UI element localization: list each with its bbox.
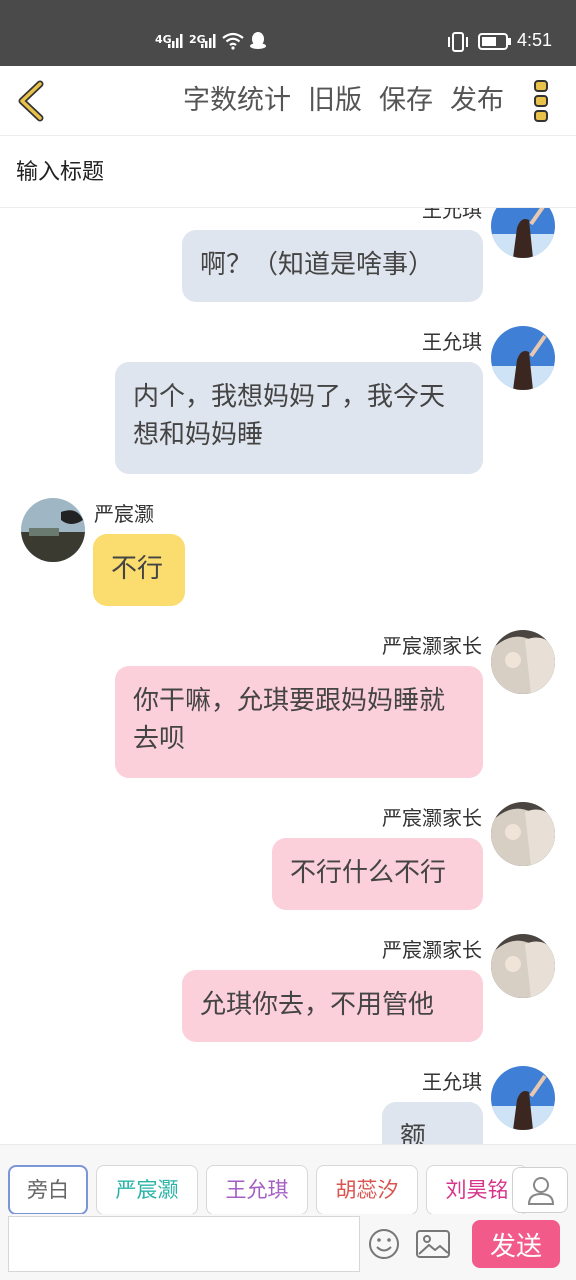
image-icon[interactable] [416, 1230, 450, 1258]
sender-name: 王允琪 [422, 208, 482, 222]
wifi-icon [222, 32, 244, 50]
save-button[interactable]: 保存 [379, 80, 433, 122]
battery-icon [478, 33, 511, 50]
old-version-button[interactable]: 旧版 [308, 80, 362, 122]
avatar-yan-chenhao-parent[interactable] [491, 934, 555, 998]
sender-name: 严宸灏 [94, 502, 154, 526]
status-bar: 4G 2G 4:51 [0, 0, 576, 66]
chat-area[interactable]: 王允琪 啊？（知道是啥事） 王允琪 内个，我想妈妈了，我今天想和妈妈睡 严宸灏 … [0, 208, 576, 1144]
avatar-wang-yunqi[interactable] [491, 208, 555, 258]
chat-message: 严宸灏家长 不行什么不行 [0, 802, 576, 912]
user-icon [527, 1177, 555, 1205]
signal-icon-2 [201, 34, 216, 48]
emoji-icon[interactable] [368, 1228, 400, 1260]
chat-message: 王允琪 啊？（知道是啥事） [0, 208, 576, 304]
qq-icon [250, 32, 266, 49]
sender-name: 严宸灏家长 [382, 806, 482, 830]
avatar-yan-chenhao-parent[interactable] [491, 630, 555, 694]
signal-icon [168, 34, 183, 48]
chat-message: 严宸灏 不行 [0, 498, 576, 608]
chat-message: 严宸灏家长 你干嘛，允琪要跟妈妈睡就去呗 [0, 630, 576, 780]
role-yan-chenhao[interactable]: 严宸灏 [96, 1165, 198, 1215]
title-bar [0, 136, 576, 208]
more-options-icon[interactable] [526, 78, 556, 124]
chat-message: 王允琪 额 [0, 1066, 576, 1144]
role-wang-yunqi[interactable]: 王允琪 [206, 1165, 308, 1215]
chat-message: 王允琪 内个，我想妈妈了，我今天想和妈妈睡 [0, 326, 576, 476]
title-input[interactable] [16, 154, 556, 190]
header-actions: 字数统计 旧版 保存 发布 [166, 80, 504, 122]
word-count-button[interactable]: 字数统计 [183, 80, 291, 122]
message-bubble[interactable]: 内个，我想妈妈了，我今天想和妈妈睡 [115, 362, 483, 474]
message-bubble[interactable]: 允琪你去，不用管他 [182, 970, 483, 1042]
role-narrator[interactable]: 旁白 [8, 1165, 88, 1215]
avatar-yan-chenhao[interactable] [21, 498, 85, 562]
avatar-wang-yunqi[interactable] [491, 1066, 555, 1130]
role-selector-bar: 旁白 严宸灏 王允琪 胡蕊汐 刘昊铭 [0, 1144, 576, 1215]
message-bubble[interactable]: 你干嘛，允琪要跟妈妈睡就去呗 [115, 666, 483, 778]
sender-name: 王允琪 [422, 1070, 482, 1094]
message-bubble[interactable]: 啊？（知道是啥事） [182, 230, 483, 302]
publish-button[interactable]: 发布 [450, 80, 504, 122]
chat-message: 严宸灏家长 允琪你去，不用管他 [0, 934, 576, 1044]
avatar-wang-yunqi[interactable] [491, 326, 555, 390]
role-hu-ruixi[interactable]: 胡蕊汐 [316, 1165, 418, 1215]
clock: 4:51 [516, 30, 552, 50]
message-bubble[interactable]: 额 [382, 1102, 483, 1144]
add-role-button[interactable] [512, 1167, 568, 1213]
send-button[interactable]: 发送 [472, 1220, 560, 1268]
sender-name: 严宸灏家长 [382, 938, 482, 962]
avatar-yan-chenhao-parent[interactable] [491, 802, 555, 866]
sender-name: 严宸灏家长 [382, 634, 482, 658]
composer-bar: 发送 [0, 1214, 576, 1280]
vibrate-icon [448, 32, 468, 52]
editor-header: 字数统计 旧版 保存 发布 [0, 66, 576, 136]
message-bubble[interactable]: 不行 [93, 534, 185, 606]
back-arrow-icon[interactable] [12, 78, 52, 124]
sender-name: 王允琪 [422, 330, 482, 354]
message-input[interactable] [8, 1216, 360, 1272]
message-bubble[interactable]: 不行什么不行 [272, 838, 483, 910]
